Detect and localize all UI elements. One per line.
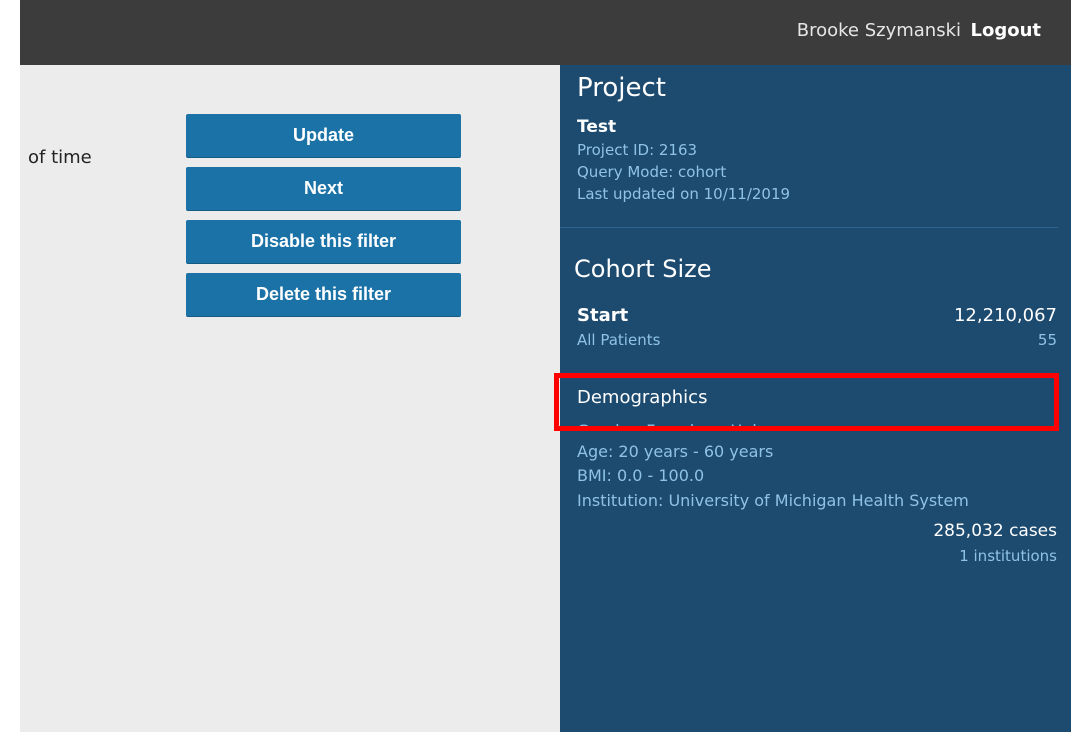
all-patients-count: 55 — [1037, 331, 1057, 349]
cohort-sidebar: Project Test Project ID: 2163 Query Mode… — [554, 65, 1071, 732]
filter-text-fragment: of time — [28, 147, 92, 168]
start-label: Start — [577, 305, 629, 326]
institutions-count: 1 institutions — [959, 547, 1057, 565]
project-id: Project ID: 2163 — [577, 141, 698, 159]
query-mode: Query Mode: cohort — [577, 163, 727, 181]
project-heading: Project — [577, 73, 666, 103]
highlight-box — [554, 373, 1059, 431]
delete-filter-button[interactable]: Delete this filter — [186, 273, 461, 317]
age-filter: Age: 20 years - 60 years — [577, 442, 774, 461]
institution-filter: Institution: University of Michigan Heal… — [577, 491, 969, 510]
main-panel: of time Update Next Disable this filter … — [20, 65, 560, 732]
start-count: 12,210,067 — [953, 305, 1057, 326]
last-updated: Last updated on 10/11/2019 — [577, 185, 791, 203]
sidebar-divider — [560, 227, 1058, 228]
bmi-filter: BMI: 0.0 - 100.0 — [577, 466, 705, 485]
logout-link[interactable]: Logout — [970, 20, 1041, 41]
top-bar: Brooke Szymanski Logout — [20, 0, 1071, 65]
cohort-size-heading: Cohort Size — [574, 255, 712, 283]
user-name: Brooke Szymanski — [796, 20, 961, 41]
cases-count: 285,032 cases — [933, 521, 1057, 541]
project-name: Test — [577, 117, 617, 137]
disable-filter-button[interactable]: Disable this filter — [186, 220, 461, 264]
all-patients-label: All Patients — [577, 331, 661, 349]
update-button[interactable]: Update — [186, 114, 461, 158]
next-button[interactable]: Next — [186, 167, 461, 211]
